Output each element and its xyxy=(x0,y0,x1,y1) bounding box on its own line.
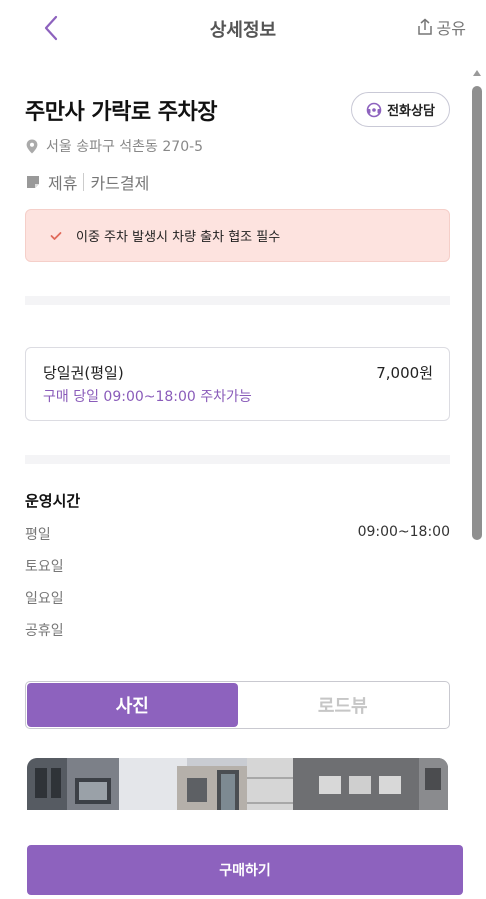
notice-banner: 이중 주차 발생시 차량 출차 협조 필수 xyxy=(25,209,450,262)
share-button[interactable]: 공유 xyxy=(417,15,466,39)
call-consult-label: 전화상담 xyxy=(387,104,435,119)
address-row: 서울 송파구 석촌동 270-5 xyxy=(26,136,203,156)
section-divider xyxy=(25,455,450,464)
tag-divider xyxy=(83,173,85,191)
purchase-button[interactable]: 구매하기 xyxy=(27,845,463,895)
scrollbar-thumb[interactable] xyxy=(472,86,482,540)
tag-partner: 제휴 xyxy=(48,174,78,193)
call-consult-button[interactable]: 전화상담 xyxy=(351,92,450,127)
hours-day: 공휴일 xyxy=(25,623,64,639)
page-title: 상세정보 xyxy=(209,20,277,41)
hours-day: 일요일 xyxy=(25,591,64,607)
tag-card-payment: 카드결제 xyxy=(90,174,150,193)
ticket-price: 7,000원 xyxy=(376,364,433,382)
sticky-note-icon xyxy=(27,176,39,188)
back-button[interactable] xyxy=(38,14,64,42)
notice-text: 이중 주차 발생시 차량 출차 협조 필수 xyxy=(76,230,281,245)
operating-hours-title: 운영시간 xyxy=(25,492,81,510)
share-label: 공유 xyxy=(436,19,466,38)
chevron-left-icon xyxy=(44,15,58,41)
scrollbar-up-arrow[interactable] xyxy=(473,70,481,76)
share-icon xyxy=(417,18,432,35)
hours-day: 토요일 xyxy=(25,559,64,575)
address-text: 서울 송파구 석촌동 270-5 xyxy=(46,139,204,155)
hours-time: 09:00~18:00 xyxy=(357,524,450,540)
media-tabs: 사진 로드뷰 xyxy=(25,681,450,729)
tab-photo[interactable]: 사진 xyxy=(27,683,238,727)
map-pin-icon xyxy=(26,139,38,153)
top-nav-bar: 상세정보 공유 xyxy=(0,0,486,58)
parking-lot-photo[interactable] xyxy=(27,758,448,810)
ticket-name: 당일권(평일) xyxy=(43,364,124,382)
tab-roadview[interactable]: 로드뷰 xyxy=(238,683,449,727)
parking-lot-name: 주만사 가락로 주차장 xyxy=(25,100,217,125)
ticket-card[interactable]: 당일권(평일) 7,000원 구매 당일 09:00~18:00 주차가능 xyxy=(25,347,450,421)
ticket-note: 구매 당일 09:00~18:00 주차가능 xyxy=(43,389,252,405)
tags-row: 제휴 카드결제 xyxy=(26,170,149,194)
building-photo xyxy=(27,758,448,810)
detail-content[interactable]: 주만사 가락로 주차장 전화상담 서울 송파구 석촌동 270-5 제휴 카드결… xyxy=(0,58,470,810)
check-icon xyxy=(50,231,62,240)
section-divider xyxy=(25,296,450,305)
hours-day: 평일 xyxy=(25,527,51,543)
headset-icon xyxy=(366,102,382,117)
